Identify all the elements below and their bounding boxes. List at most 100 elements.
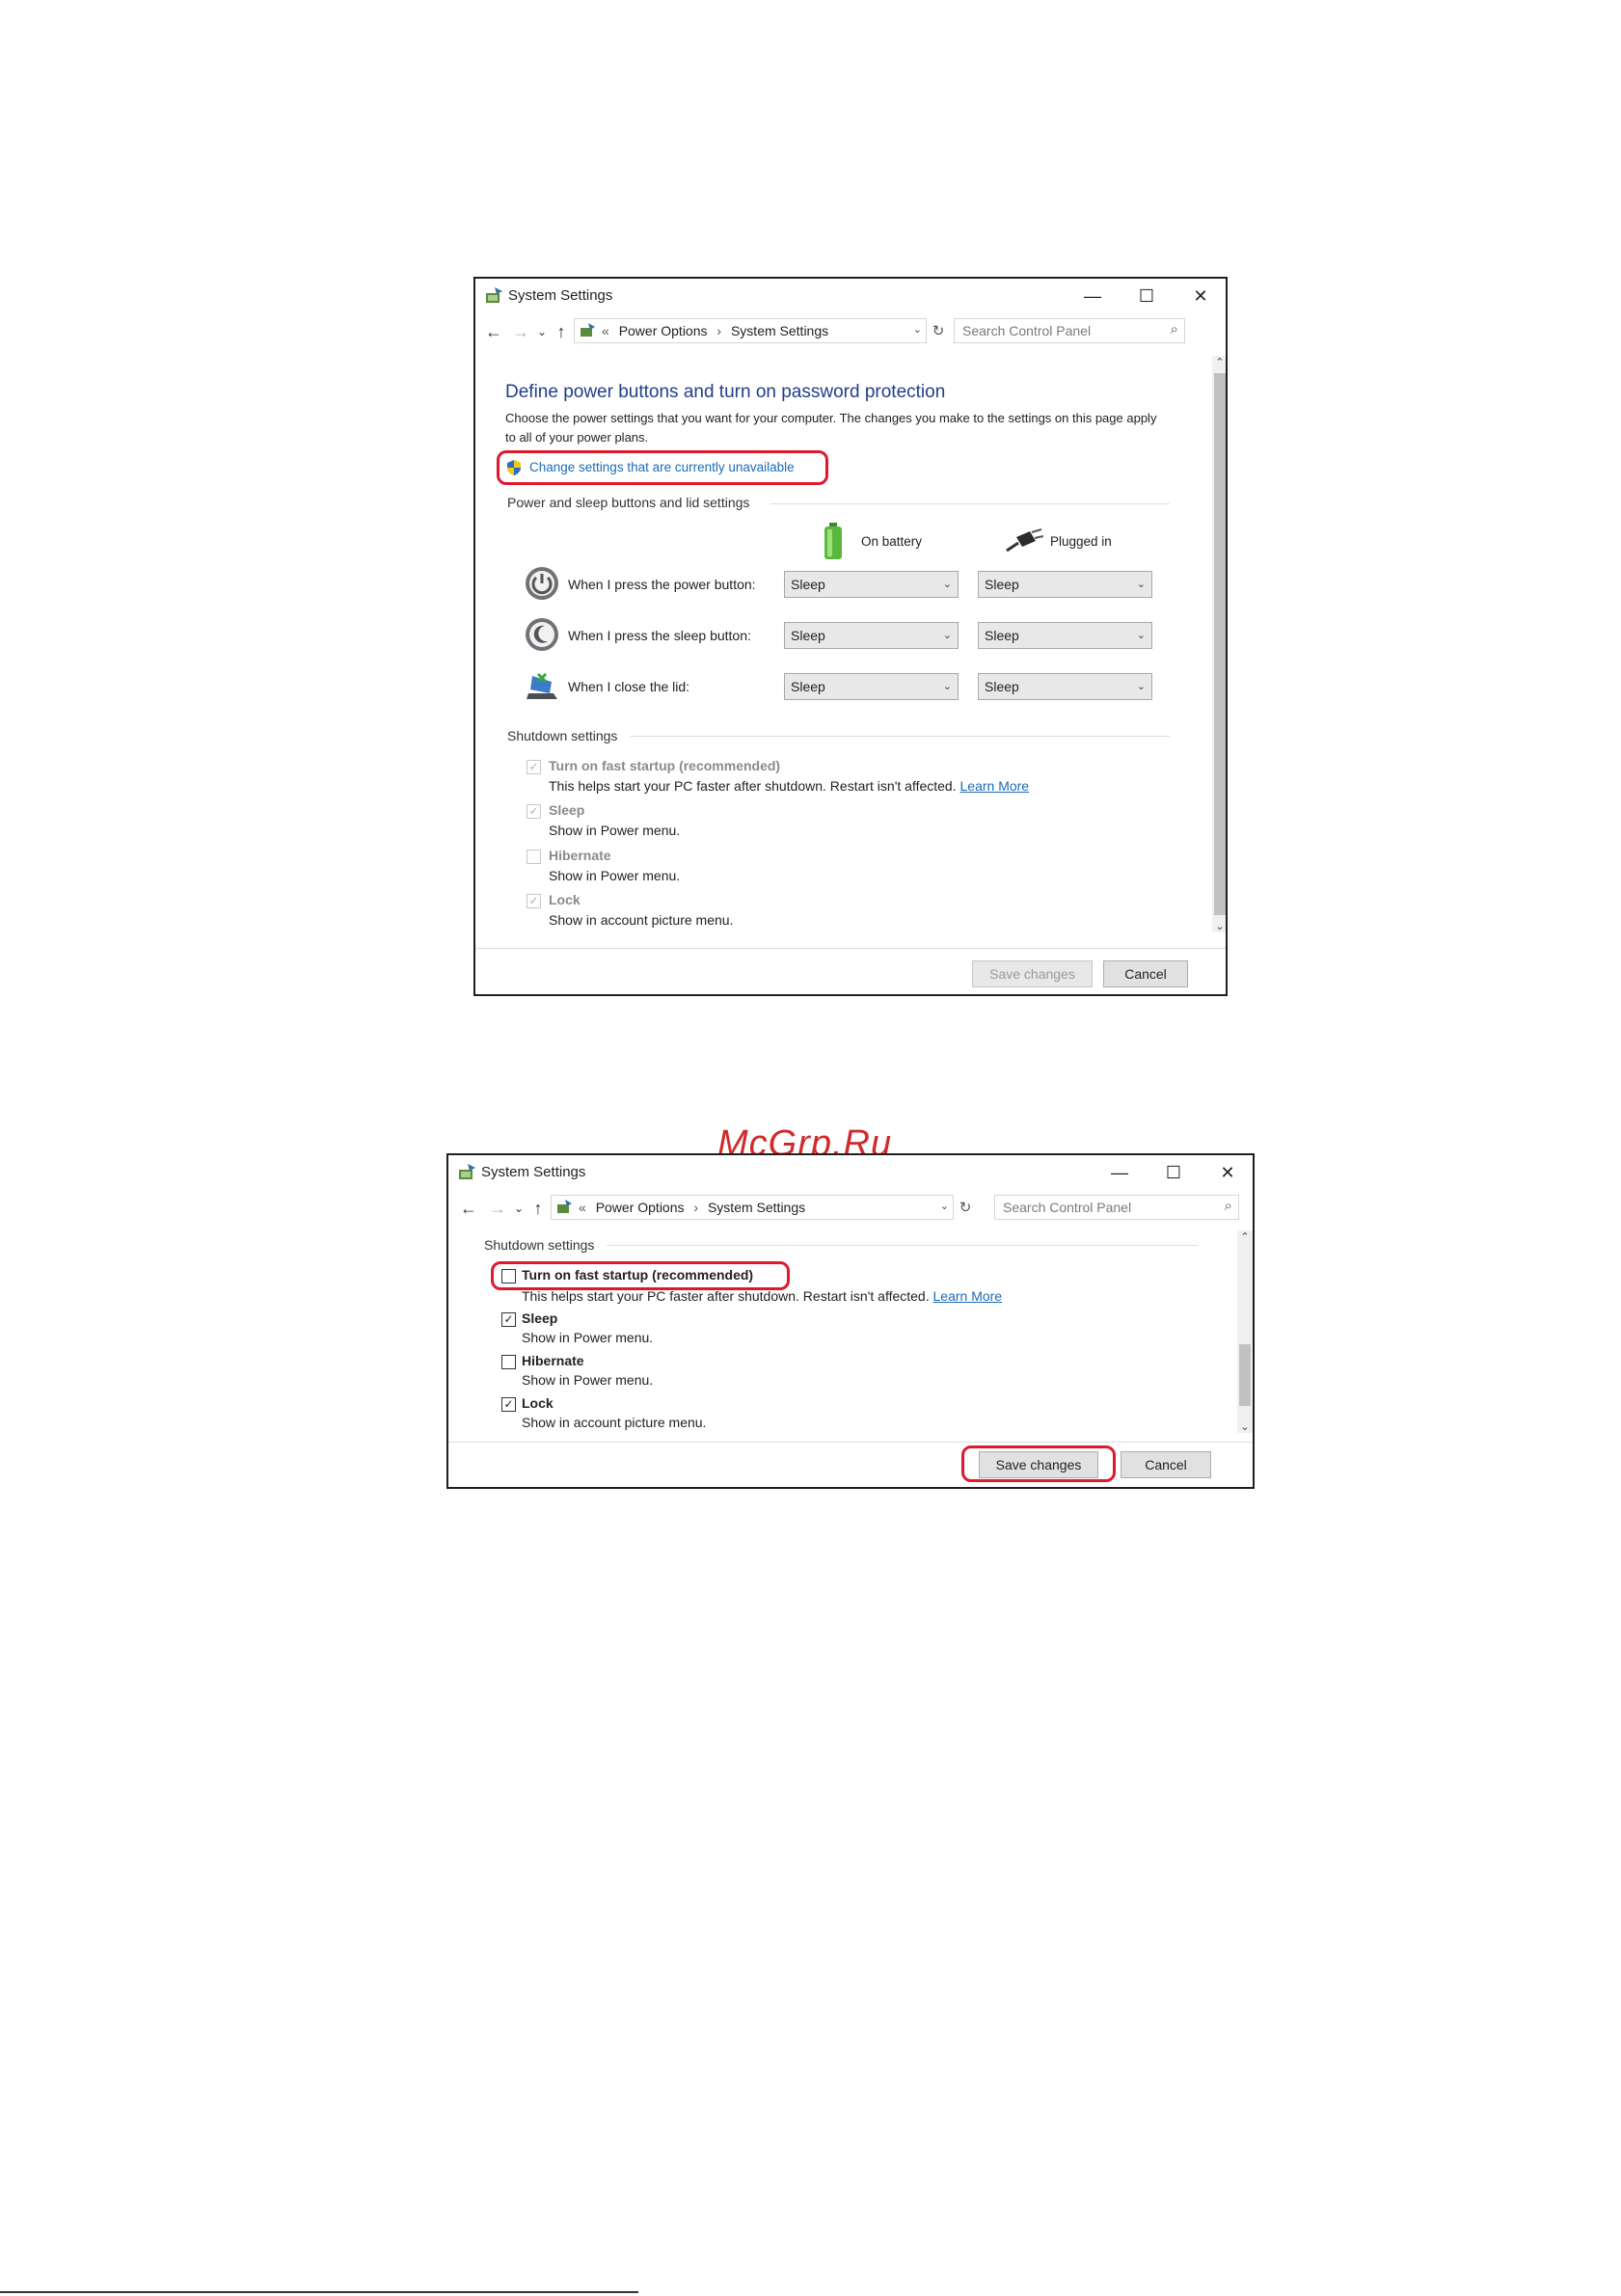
section-shutdown-settings: Shutdown settings [507, 728, 618, 743]
up-arrow-icon[interactable]: ↑ [527, 1198, 549, 1219]
section-divider [770, 503, 1170, 504]
chevron-down-icon: ⌄ [942, 579, 952, 590]
control-panel-icon [459, 1164, 475, 1179]
lock-label: Lock [522, 1395, 554, 1411]
search-placeholder: Search Control Panel [1003, 1200, 1132, 1215]
save-changes-button[interactable]: Save changes [979, 1451, 1098, 1478]
refresh-icon[interactable]: ↻ [956, 1198, 975, 1217]
forward-arrow-icon[interactable]: → [510, 321, 531, 342]
address-bar[interactable]: « Power Options › System Settings ⌄ [551, 1195, 954, 1220]
title-bar[interactable]: System Settings — ☐ ✕ [448, 1155, 1253, 1190]
save-changes-button[interactable]: Save changes [972, 960, 1093, 987]
minimize-button[interactable]: — [1093, 1155, 1147, 1190]
maximize-button[interactable]: ☐ [1120, 279, 1174, 313]
back-arrow-icon[interactable]: ← [458, 1198, 479, 1219]
recent-dropdown-icon[interactable]: ⌄ [508, 1198, 529, 1219]
scroll-up-arrow[interactable]: ⌃ [1237, 1230, 1253, 1243]
scroll-thumb[interactable] [1239, 1344, 1251, 1406]
hibernate-desc: Show in Power menu. [549, 868, 681, 883]
fast-startup-label: Turn on fast startup (recommended) [522, 1267, 754, 1283]
lock-checkbox[interactable]: ✓ [501, 1397, 516, 1412]
scroll-up-arrow[interactable]: ⌃ [1212, 356, 1226, 368]
fast-startup-checkbox[interactable] [501, 1269, 516, 1283]
sleep-checkbox[interactable]: ✓ [527, 804, 541, 819]
fast-startup-label: Turn on fast startup (recommended) [549, 758, 781, 773]
sleep-desc: Show in Power menu. [522, 1330, 654, 1345]
sleep-button-battery-select[interactable]: Sleep ⌄ [784, 622, 959, 649]
search-icon[interactable]: ⌕ [1225, 1198, 1232, 1214]
section-divider [630, 736, 1170, 737]
close-lid-plugged-select[interactable]: Sleep ⌄ [978, 673, 1152, 700]
laptop-lid-icon [527, 672, 557, 699]
search-input[interactable]: Search Control Panel ⌕ [994, 1195, 1239, 1220]
scroll-thumb[interactable] [1214, 373, 1226, 915]
scroll-down-arrow[interactable]: ⌄ [1237, 1420, 1253, 1433]
fast-startup-checkbox[interactable]: ✓ [527, 760, 541, 774]
search-input[interactable]: Search Control Panel ⌕ [954, 318, 1185, 343]
up-arrow-icon[interactable]: ↑ [551, 321, 572, 342]
chevron-down-icon: ⌄ [1136, 579, 1146, 590]
hibernate-checkbox[interactable] [527, 850, 541, 864]
hibernate-desc: Show in Power menu. [522, 1372, 654, 1388]
search-icon[interactable]: ⌕ [1171, 321, 1178, 338]
minimize-button[interactable]: — [1066, 279, 1120, 313]
breadcrumb-system-settings[interactable]: System Settings [708, 1200, 805, 1215]
breadcrumb-chevron: « [602, 323, 609, 338]
refresh-icon[interactable]: ↻ [929, 321, 948, 340]
title-bar[interactable]: System Settings — ☐ ✕ [475, 279, 1226, 313]
back-arrow-icon[interactable]: ← [483, 321, 504, 342]
control-panel-icon [557, 1200, 572, 1213]
lock-desc: Show in account picture menu. [522, 1415, 707, 1430]
power-button-plugged-select[interactable]: Sleep ⌄ [978, 571, 1152, 598]
forward-arrow-icon[interactable]: → [487, 1198, 508, 1219]
system-settings-window-2: System Settings — ☐ ✕ ← → ⌄ ↑ « Power Op… [446, 1153, 1255, 1489]
lock-desc: Show in account picture menu. [549, 912, 734, 928]
address-bar[interactable]: « Power Options › System Settings ⌄ [574, 318, 927, 343]
close-button[interactable]: ✕ [1201, 1155, 1253, 1190]
chevron-down-icon[interactable]: ⌄ [913, 323, 922, 336]
learn-more-link[interactable]: Learn More [933, 1288, 1003, 1304]
close-button[interactable]: ✕ [1174, 279, 1226, 313]
control-panel-icon [581, 323, 595, 337]
footer-divider [448, 1442, 1253, 1443]
row-label-power-button: When I press the power button: [568, 577, 756, 592]
breadcrumb-separator: › [716, 323, 722, 338]
chevron-down-icon: ⌄ [1136, 630, 1146, 641]
cancel-button[interactable]: Cancel [1121, 1451, 1211, 1478]
section-shutdown-settings: Shutdown settings [484, 1237, 595, 1253]
navigation-bar: ← → ⌄ ↑ « Power Options › System Setting… [448, 1192, 1253, 1225]
recent-dropdown-icon[interactable]: ⌄ [531, 321, 553, 342]
hibernate-checkbox[interactable] [501, 1355, 516, 1369]
footer-divider [475, 948, 1226, 949]
vertical-scrollbar[interactable]: ⌃ ⌄ [1237, 1230, 1253, 1433]
lock-checkbox[interactable]: ✓ [527, 894, 541, 908]
chevron-down-icon[interactable]: ⌄ [940, 1200, 949, 1212]
sleep-button-plugged-select[interactable]: Sleep ⌄ [978, 622, 1152, 649]
close-lid-battery-select[interactable]: Sleep ⌄ [784, 673, 959, 700]
system-settings-window-1: System Settings — ☐ ✕ ← → ⌄ ↑ « Power Op… [473, 277, 1228, 996]
chevron-down-icon: ⌄ [942, 630, 952, 641]
row-label-close-lid: When I close the lid: [568, 679, 690, 694]
breadcrumb-power-options[interactable]: Power Options [619, 323, 708, 338]
power-button-icon [526, 567, 558, 600]
chevron-down-icon: ⌄ [1136, 681, 1146, 692]
learn-more-link[interactable]: Learn More [960, 778, 1030, 794]
fast-startup-desc: This helps start your PC faster after sh… [549, 778, 1030, 794]
battery-icon [824, 523, 842, 559]
vertical-scrollbar[interactable]: ⌃ ⌄ [1212, 356, 1226, 932]
scroll-down-arrow[interactable]: ⌄ [1212, 920, 1226, 932]
lock-label: Lock [549, 892, 581, 907]
column-plugged-in: Plugged in [1050, 534, 1112, 549]
maximize-button[interactable]: ☐ [1147, 1155, 1201, 1190]
power-button-battery-select[interactable]: Sleep ⌄ [784, 571, 959, 598]
breadcrumb-power-options[interactable]: Power Options [596, 1200, 685, 1215]
breadcrumb-separator: › [693, 1200, 699, 1215]
change-settings-link[interactable]: Change settings that are currently unava… [529, 460, 795, 474]
hibernate-label: Hibernate [549, 848, 611, 863]
cancel-button[interactable]: Cancel [1103, 960, 1188, 987]
sleep-checkbox[interactable]: ✓ [501, 1312, 516, 1327]
breadcrumb-system-settings[interactable]: System Settings [731, 323, 828, 338]
page-description: Choose the power settings that you want … [505, 411, 1157, 445]
column-on-battery: On battery [861, 534, 923, 549]
sleep-label: Sleep [522, 1310, 558, 1326]
